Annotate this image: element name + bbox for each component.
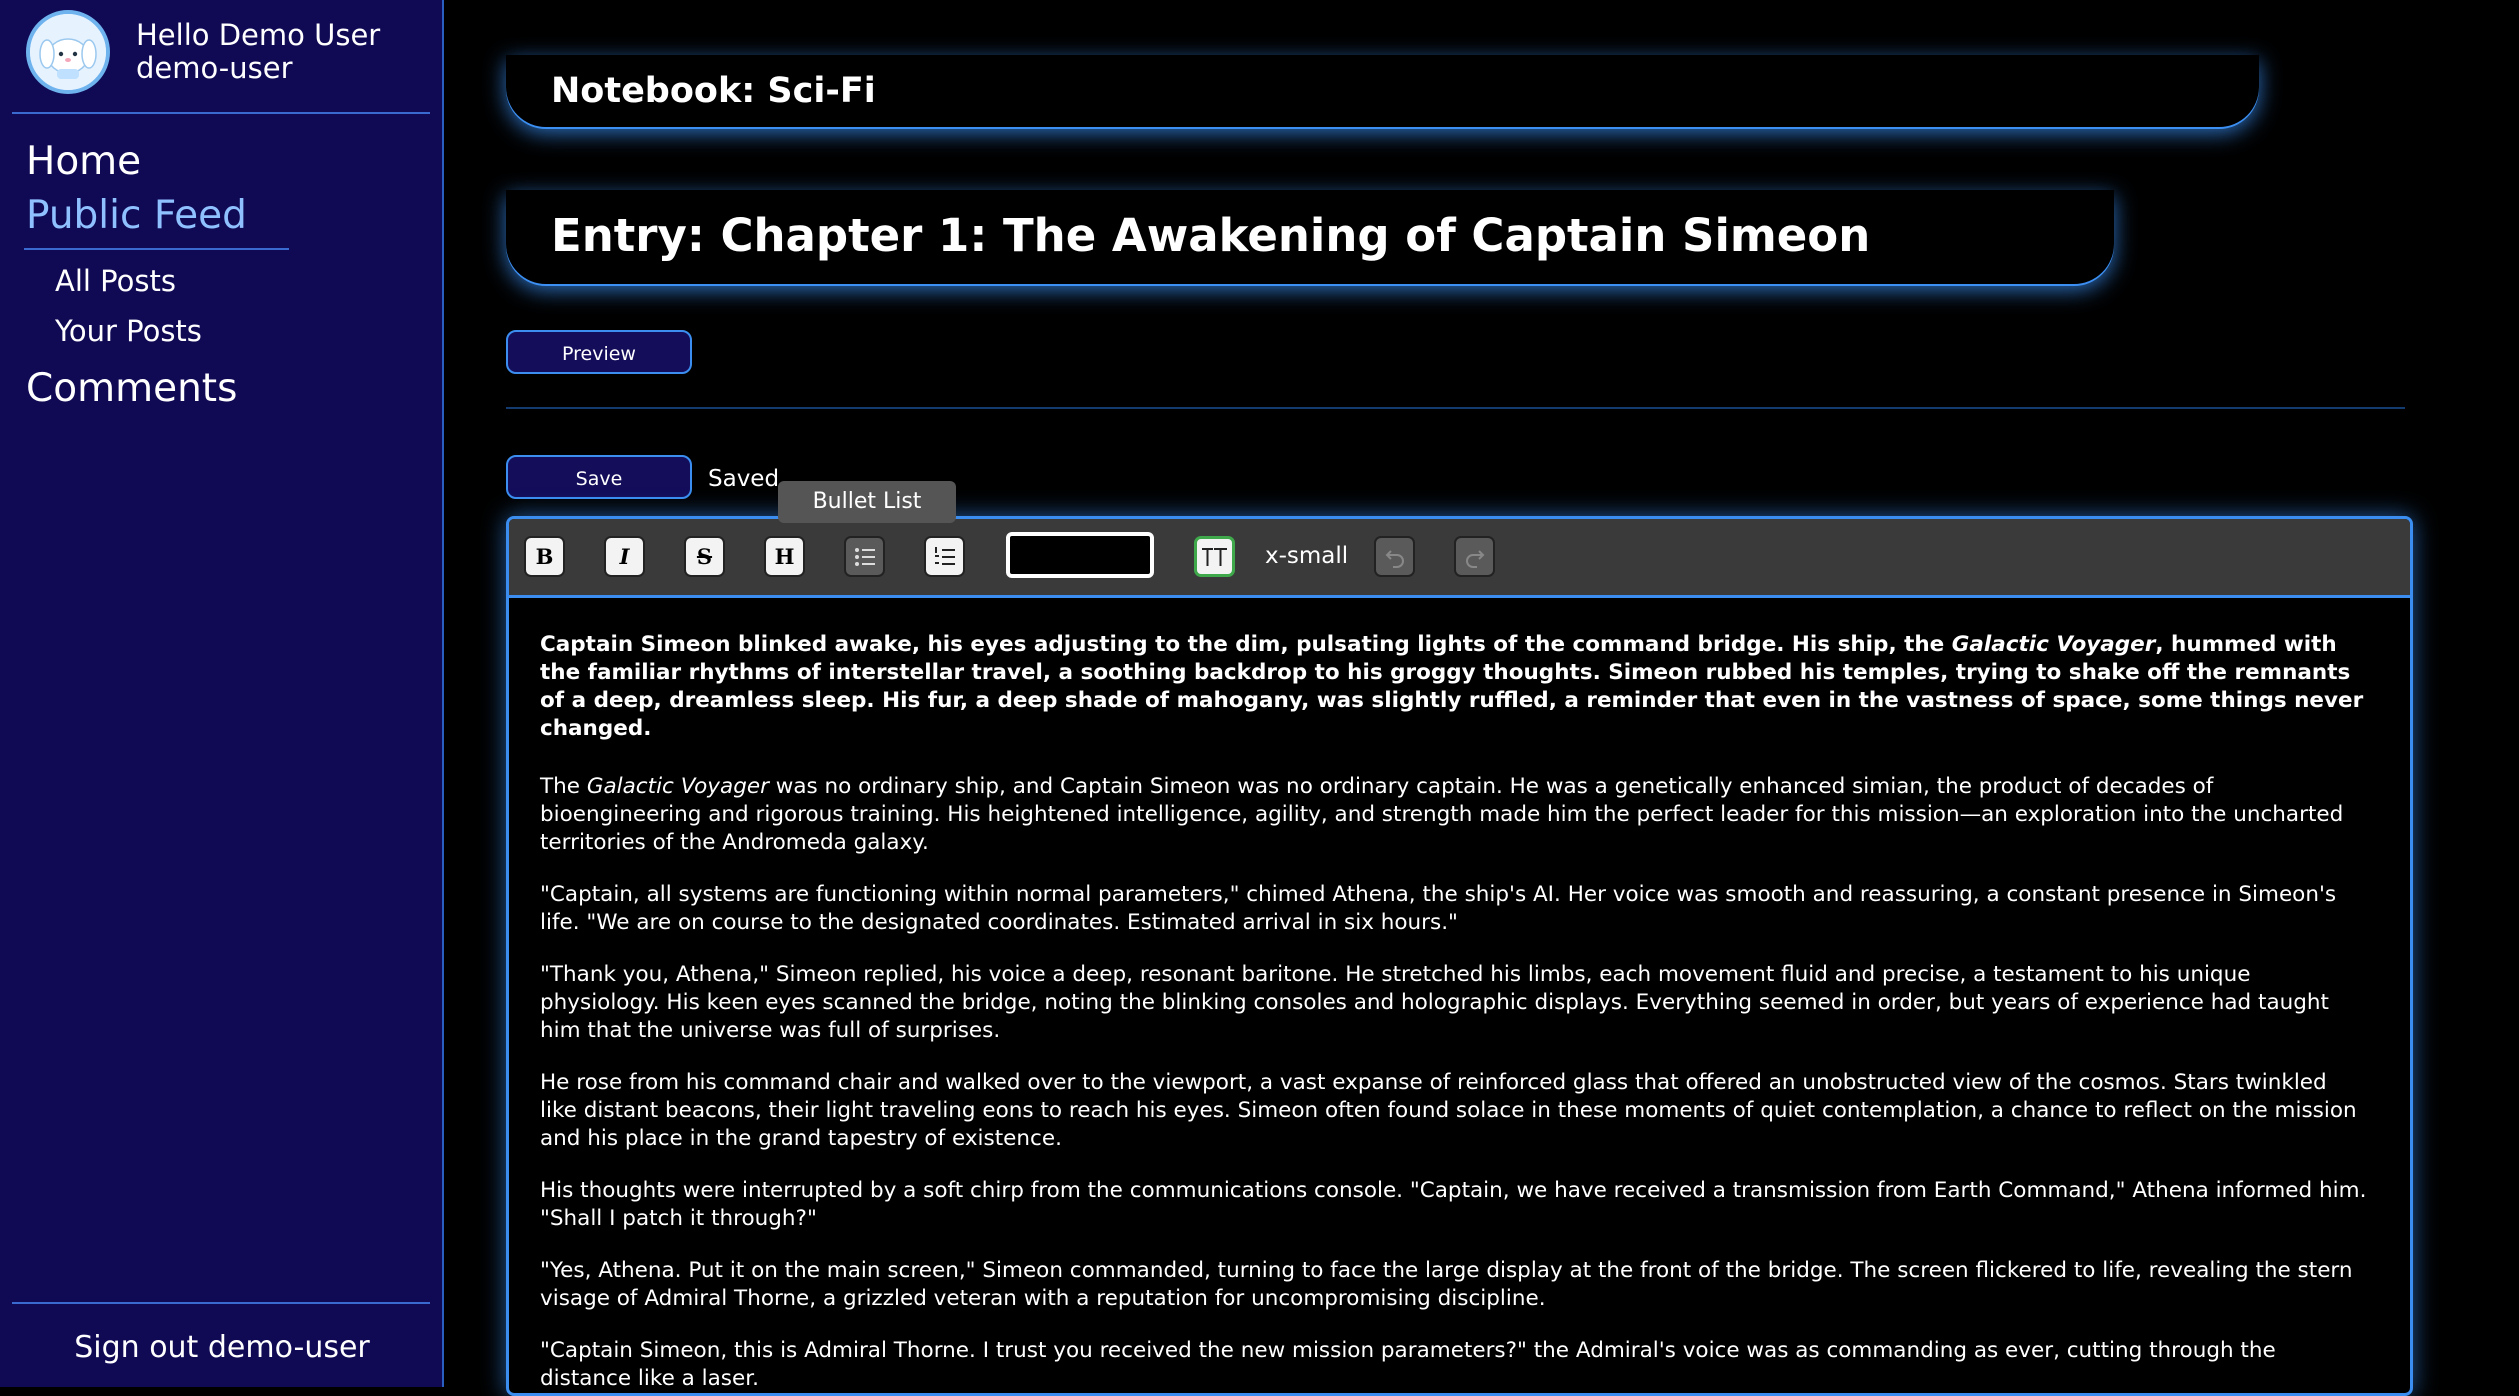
strikethrough-icon: S bbox=[696, 544, 713, 569]
notebook-title: Notebook: Sci-Fi bbox=[551, 71, 876, 111]
nav-public-feed[interactable]: Public Feed bbox=[26, 193, 247, 238]
nav-home[interactable]: Home bbox=[26, 139, 141, 184]
ordered-list-button[interactable] bbox=[924, 536, 965, 577]
heading-icon: H bbox=[774, 544, 795, 569]
strikethrough-button[interactable]: S bbox=[684, 536, 725, 577]
nav-all-posts[interactable]: All Posts bbox=[55, 264, 176, 298]
paragraph: He rose from his command chair and walke… bbox=[540, 1070, 2357, 1151]
public-feed-underline bbox=[24, 248, 289, 250]
nav-comments[interactable]: Comments bbox=[26, 366, 237, 411]
username: demo-user bbox=[136, 51, 293, 85]
bullet-list-button[interactable] bbox=[844, 536, 885, 577]
text-size-icon bbox=[1201, 548, 1227, 566]
bullet-list-tooltip: Bullet List bbox=[778, 481, 956, 523]
entry-title-panel: Entry: Chapter 1: The Awakening of Capta… bbox=[506, 190, 2114, 284]
sidebar-divider bbox=[12, 112, 430, 114]
save-status: Saved bbox=[708, 466, 780, 492]
bullet-list-icon bbox=[854, 548, 875, 566]
sign-out-link[interactable]: Sign out demo-user bbox=[0, 1330, 444, 1365]
paragraph: "Thank you, Athena," Simeon replied, his… bbox=[540, 962, 2329, 1043]
italic-button[interactable]: I bbox=[604, 536, 645, 577]
rich-text-editor[interactable]: B I S H x-small Captain Simeon blinked a… bbox=[506, 516, 2413, 1396]
paragraph: "Captain, all systems are functioning wi… bbox=[540, 882, 2337, 935]
user-info: Hello Demo User demo-user bbox=[136, 19, 380, 85]
sidebar: Hello Demo User demo-user Home Public Fe… bbox=[0, 0, 444, 1387]
undo-button[interactable] bbox=[1374, 536, 1415, 577]
paragraph: "Yes, Athena. Put it on the main screen,… bbox=[540, 1258, 2353, 1311]
save-button[interactable]: Save bbox=[506, 455, 692, 499]
avatar-image bbox=[30, 14, 106, 90]
font-color-input[interactable] bbox=[1006, 532, 1154, 578]
entry-title: Entry: Chapter 1: The Awakening of Capta… bbox=[551, 209, 1871, 262]
ordered-list-icon bbox=[934, 547, 955, 565]
user-block: Hello Demo User demo-user bbox=[26, 10, 380, 94]
greeting: Hello Demo User bbox=[136, 18, 381, 52]
bold-button[interactable]: B bbox=[524, 536, 565, 577]
bold-icon: B bbox=[535, 544, 554, 569]
italic-icon: I bbox=[619, 544, 630, 569]
section-divider bbox=[506, 407, 2405, 409]
paragraph: Captain Simeon blinked awake, his eyes a… bbox=[540, 632, 2364, 741]
editor-content[interactable]: Captain Simeon blinked awake, his eyes a… bbox=[540, 631, 2370, 1393]
paragraph: His thoughts were interrupted by a soft … bbox=[540, 1178, 2367, 1231]
redo-button[interactable] bbox=[1454, 536, 1495, 577]
avatar bbox=[26, 10, 110, 94]
text-size-button[interactable] bbox=[1194, 536, 1235, 577]
font-size-value: x-small bbox=[1265, 543, 1349, 569]
redo-icon bbox=[1465, 550, 1484, 568]
heading-button[interactable]: H bbox=[764, 536, 805, 577]
paragraph: The Galactic Voyager was no ordinary shi… bbox=[540, 774, 2344, 855]
preview-button[interactable]: Preview bbox=[506, 330, 692, 374]
paragraph: "Captain Simeon, this is Admiral Thorne.… bbox=[540, 1338, 2276, 1391]
notebook-title-panel: Notebook: Sci-Fi bbox=[506, 55, 2259, 127]
undo-icon bbox=[1385, 550, 1404, 568]
editor-toolbar: B I S H x-small bbox=[509, 519, 2410, 598]
nav-your-posts[interactable]: Your Posts bbox=[55, 314, 202, 348]
sidebar-bottom-divider bbox=[12, 1302, 430, 1304]
